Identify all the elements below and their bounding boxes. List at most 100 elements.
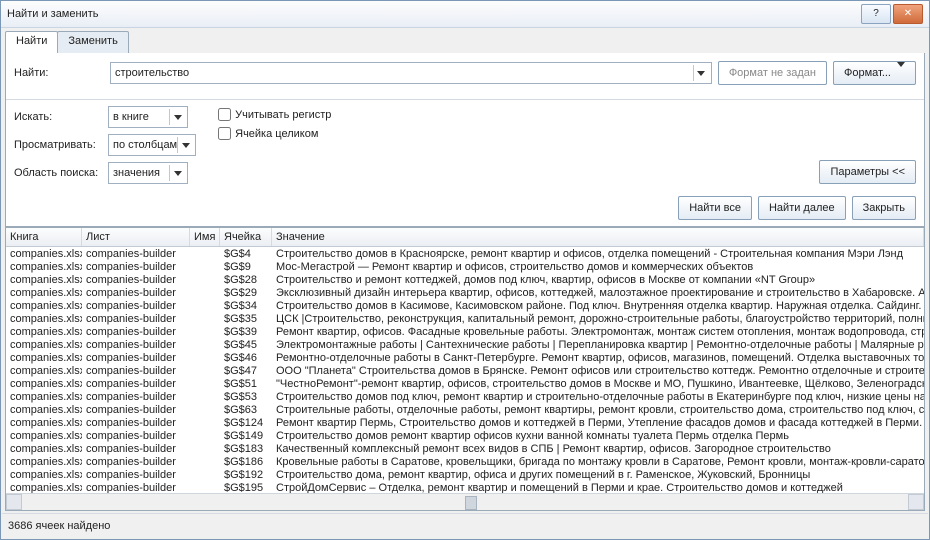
table-row[interactable]: companies.xlsxcompanies-builder$G$47ООО … <box>6 364 924 377</box>
cell-book: companies.xlsx <box>6 469 82 481</box>
cell-ref: $G$195 <box>220 482 272 494</box>
col-book[interactable]: Книга <box>6 228 82 246</box>
cell-book: companies.xlsx <box>6 287 82 299</box>
find-next-button[interactable]: Найти далее <box>758 196 846 220</box>
cell-book: companies.xlsx <box>6 352 82 364</box>
table-row[interactable]: companies.xlsxcompanies-builder$G$183Кач… <box>6 442 924 455</box>
cell-ref: $G$149 <box>220 430 272 442</box>
close-window-button[interactable]: ✕ <box>893 4 923 24</box>
help-button[interactable]: ? <box>861 4 891 24</box>
table-row[interactable]: companies.xlsxcompanies-builder$G$192Стр… <box>6 468 924 481</box>
cell-sheet: companies-builder <box>82 287 190 299</box>
cell-book: companies.xlsx <box>6 274 82 286</box>
cell-sheet: companies-builder <box>82 482 190 494</box>
cell-sheet: companies-builder <box>82 404 190 416</box>
find-input[interactable]: строительство <box>110 62 712 84</box>
cell-ref: $G$39 <box>220 326 272 338</box>
table-row[interactable]: companies.xlsxcompanies-builder$G$51"Чес… <box>6 377 924 390</box>
results-grid: Книга Лист Имя Ячейка Значение companies… <box>5 227 925 511</box>
cell-sheet: companies-builder <box>82 261 190 273</box>
cell-book: companies.xlsx <box>6 378 82 390</box>
tab-find[interactable]: Найти <box>5 31 58 53</box>
col-sheet[interactable]: Лист <box>82 228 190 246</box>
horizontal-scrollbar[interactable] <box>6 493 924 510</box>
status-text: 3686 ячеек найдено <box>8 520 110 532</box>
look-in-dropdown[interactable]: значения <box>108 162 188 184</box>
table-row[interactable]: companies.xlsxcompanies-builder $G$45Элек… <box>6 338 924 351</box>
tab-replace[interactable]: Заменить <box>57 31 128 53</box>
cell-sheet: companies-builder <box>82 339 190 351</box>
cell-value: СтройДомСервис – Отделка, ремонт квартир… <box>272 482 924 494</box>
table-row[interactable]: companies.xlsxcompanies-builder$G$4Строи… <box>6 247 924 260</box>
table-row[interactable]: companies.xlsxcompanies-builder$G$186Кро… <box>6 455 924 468</box>
table-row[interactable]: companies.xlsxcompanies-builder$G$195Стр… <box>6 481 924 493</box>
col-cell[interactable]: Ячейка <box>220 228 272 246</box>
chevron-down-icon <box>897 67 905 79</box>
table-row[interactable]: companies.xlsxcompanies-builder$G$149Стр… <box>6 429 924 442</box>
window-title: Найти и заменить <box>7 8 861 20</box>
cell-ref: $G$183 <box>220 443 272 455</box>
table-row[interactable]: companies.xlsxcompanies-builder$G$39Ремо… <box>6 325 924 338</box>
cell-ref: $G$45 <box>220 339 272 351</box>
search-in-label: Искать: <box>14 111 104 123</box>
cell-sheet: companies-builder <box>82 456 190 468</box>
search-panel: Найти: строительство Формат не задан Фор… <box>5 53 925 227</box>
cell-ref: $G$35 <box>220 313 272 325</box>
col-name[interactable]: Имя <box>190 228 220 246</box>
chevron-down-icon[interactable] <box>177 137 193 153</box>
cell-book: companies.xlsx <box>6 313 82 325</box>
table-row[interactable]: companies.xlsxcompanies-builder$G$63Стро… <box>6 403 924 416</box>
table-row[interactable]: companies.xlsxcompanies-builder$G$46Ремо… <box>6 351 924 364</box>
chevron-down-icon[interactable] <box>169 165 185 181</box>
col-value[interactable]: Значение <box>272 228 924 246</box>
chevron-down-icon[interactable] <box>693 65 709 81</box>
cell-sheet: companies-builder <box>82 378 190 390</box>
close-button[interactable]: Закрыть <box>852 196 916 220</box>
cell-ref: $G$192 <box>220 469 272 481</box>
table-row[interactable]: companies.xlsxcompanies-builder$G$35ЦСК … <box>6 312 924 325</box>
cell-book: companies.xlsx <box>6 456 82 468</box>
table-row[interactable]: companies.xlsxcompanies-builder$G$29Экск… <box>6 286 924 299</box>
table-row[interactable]: companies.xlsxcompanies-builder$G$53Стро… <box>6 390 924 403</box>
cell-book: companies.xlsx <box>6 300 82 312</box>
chevron-down-icon[interactable] <box>169 109 185 125</box>
table-row[interactable]: companies.xlsxcompanies-builder$G$34Стро… <box>6 299 924 312</box>
cell-ref: $G$46 <box>220 352 272 364</box>
cell-book: companies.xlsx <box>6 365 82 377</box>
cell-value: Электромонтажные работы | Сантехнические… <box>272 339 924 351</box>
cell-book: companies.xlsx <box>6 339 82 351</box>
cell-book: companies.xlsx <box>6 261 82 273</box>
table-row[interactable]: companies.xlsxcompanies-builder$G$28Стро… <box>6 273 924 286</box>
cell-sheet: companies-builder <box>82 313 190 325</box>
cell-book: companies.xlsx <box>6 417 82 429</box>
grid-body[interactable]: companies.xlsxcompanies-builder$G$4Строи… <box>6 247 924 493</box>
cell-value: ООО "Планета" Строительства домов в Брян… <box>272 365 924 377</box>
entire-cell-checkbox[interactable]: Ячейка целиком <box>218 127 331 140</box>
cell-ref: $G$51 <box>220 378 272 390</box>
cell-book: companies.xlsx <box>6 248 82 260</box>
cell-value: Эксклюзивный дизайн интерьера квартир, о… <box>272 287 924 299</box>
cell-ref: $G$4 <box>220 248 272 260</box>
match-case-checkbox[interactable]: Учитывать регистр <box>218 108 331 121</box>
options-button[interactable]: Параметры << <box>819 160 916 184</box>
search-in-dropdown[interactable]: в книге <box>108 106 188 128</box>
cell-book: companies.xlsx <box>6 443 82 455</box>
cell-value: Строительные работы, отделочные работы, … <box>272 404 924 416</box>
look-in-label: Область поиска: <box>14 167 104 179</box>
cell-sheet: companies-builder <box>82 248 190 260</box>
cell-sheet: companies-builder <box>82 326 190 338</box>
table-row[interactable]: companies.xlsxcompanies-builder$G$9Мос-М… <box>6 260 924 273</box>
cell-value: Строительство дома, ремонт квартир, офис… <box>272 469 924 481</box>
cell-ref: $G$186 <box>220 456 272 468</box>
look-by-dropdown[interactable]: по столбцам <box>108 134 196 156</box>
cell-ref: $G$34 <box>220 300 272 312</box>
cell-ref: $G$9 <box>220 261 272 273</box>
find-all-button[interactable]: Найти все <box>678 196 752 220</box>
grid-header: Книга Лист Имя Ячейка Значение <box>6 228 924 247</box>
cell-sheet: companies-builder <box>82 391 190 403</box>
titlebar: Найти и заменить ? ✕ <box>1 1 929 28</box>
format-button[interactable]: Формат... <box>833 61 916 85</box>
cell-ref: $G$47 <box>220 365 272 377</box>
table-row[interactable]: companies.xlsxcompanies-builder$G$124Рем… <box>6 416 924 429</box>
cell-value: Качественный комплексный ремонт всех вид… <box>272 443 924 455</box>
